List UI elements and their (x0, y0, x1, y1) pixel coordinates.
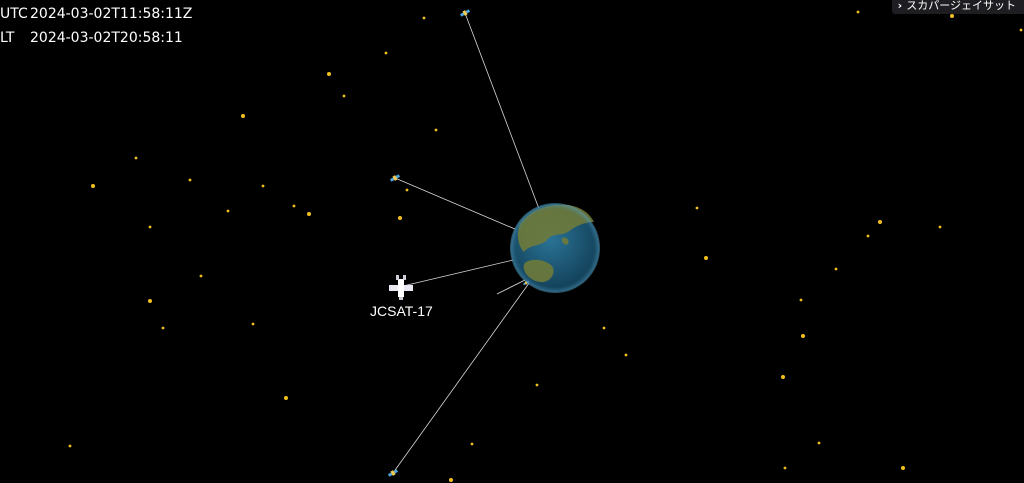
star (602, 326, 606, 330)
star (781, 375, 785, 379)
star (405, 188, 409, 192)
provider-link-label: スカパージェイサット (906, 0, 1016, 12)
star (68, 444, 72, 448)
chevron-right-icon: › (897, 0, 903, 12)
star (384, 51, 388, 55)
lt-tag: LT (0, 30, 15, 46)
local-time-clock: LT 2024-03-02T20:58:11 (0, 30, 183, 46)
star (856, 10, 860, 14)
utc-tag: UTC (0, 6, 28, 22)
star (938, 225, 942, 229)
star (148, 299, 152, 303)
star (188, 178, 192, 182)
star (866, 234, 870, 238)
satellite-marker[interactable] (389, 173, 401, 183)
star (91, 184, 95, 188)
star (226, 209, 230, 213)
earth-globe[interactable] (510, 203, 600, 293)
star (799, 298, 803, 302)
utc-time: 2024-03-02T11:58:11Z (30, 6, 193, 22)
star (801, 334, 805, 338)
satellite-label[interactable]: JCSAT-17 (370, 303, 433, 319)
star (292, 204, 296, 208)
star (261, 184, 265, 188)
utc-clock: UTC 2024-03-02T11:58:11Z (0, 6, 192, 22)
star (307, 212, 311, 216)
star (901, 466, 905, 470)
link-line (464, 12, 548, 231)
star (342, 94, 346, 98)
star (1019, 28, 1023, 32)
star (422, 16, 426, 20)
satellite-jcsat-17-icon[interactable] (389, 275, 413, 300)
satellite-marker[interactable] (459, 8, 471, 18)
star (704, 256, 708, 260)
star (327, 72, 331, 76)
star (878, 220, 882, 224)
local-time: 2024-03-02T20:58:11 (30, 30, 183, 46)
star (284, 396, 288, 400)
star (434, 128, 438, 132)
star (624, 353, 628, 357)
star (161, 326, 165, 330)
star (817, 441, 821, 445)
star (134, 156, 138, 160)
star (449, 478, 453, 482)
star (251, 322, 255, 326)
star (695, 206, 699, 210)
star (199, 274, 203, 278)
star (535, 383, 539, 387)
star (950, 14, 954, 18)
star (470, 442, 474, 446)
provider-link-button[interactable]: › スカパージェイサット (891, 0, 1024, 14)
satellite-marker[interactable] (387, 468, 399, 478)
star (241, 114, 245, 118)
space-view[interactable] (0, 0, 1024, 483)
star (783, 466, 787, 470)
star (148, 225, 152, 229)
star (834, 267, 838, 271)
star (398, 216, 402, 220)
